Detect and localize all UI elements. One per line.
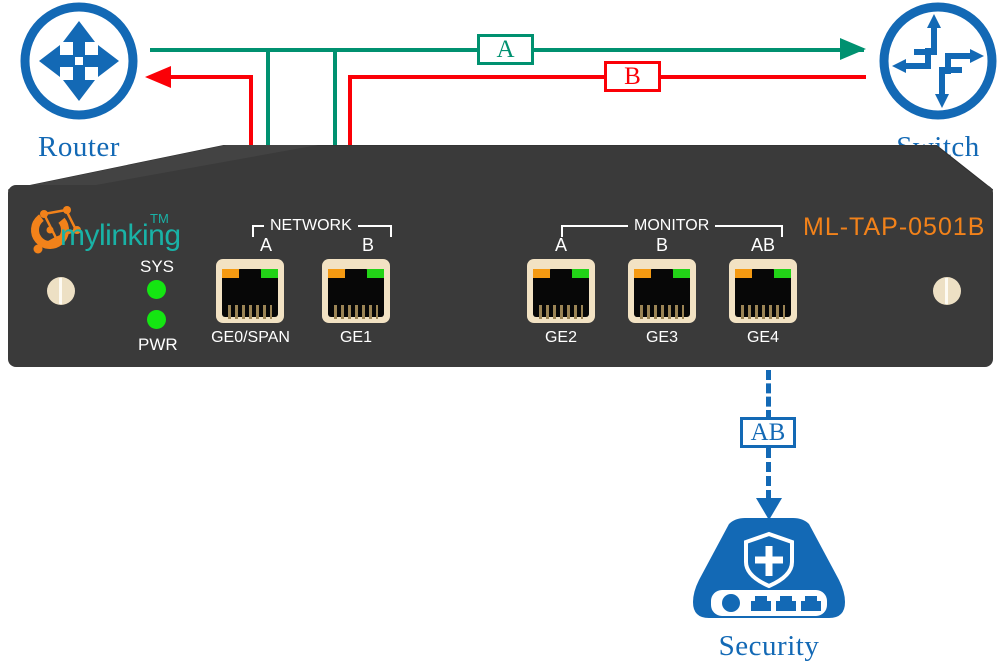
security-label: Security	[718, 630, 820, 662]
link-a-badge: A	[477, 34, 534, 65]
monitor-port-b-letter: B	[655, 235, 668, 255]
network-port-b-letter: B	[361, 235, 374, 255]
rj45-link-led-amber	[533, 269, 550, 278]
port-ge4-label: GE4	[746, 329, 779, 346]
monitor-link-segment-lower	[766, 448, 771, 500]
pwr-led-label: PWR	[138, 335, 178, 354]
rj45-link-led-amber	[735, 269, 752, 278]
port-ge3[interactable]	[628, 259, 696, 323]
port-ge2[interactable]	[527, 259, 595, 323]
port-ge4[interactable]	[729, 259, 797, 323]
rj45-pins	[334, 305, 378, 319]
monitor-port-ab-letter: AB	[750, 235, 775, 255]
link-b-horizontal-router	[158, 75, 253, 79]
port-ge1[interactable]	[322, 259, 390, 323]
monitor-group-title: MONITOR	[628, 217, 716, 235]
port-ge3-label: GE3	[645, 329, 678, 346]
port-ge2-label: GE2	[544, 329, 577, 346]
link-a-horizontal-right	[333, 48, 842, 52]
link-b-arrowhead	[145, 66, 171, 88]
switch-icon	[876, 0, 1000, 125]
monitor-port-a-letter: A	[554, 235, 567, 255]
monitor-link-badge: AB	[740, 417, 796, 448]
rj45-link-led-amber	[222, 269, 239, 278]
rj45-link-led-green	[261, 269, 278, 278]
port-ge0-span[interactable]	[216, 259, 284, 323]
sys-led-label: SYS	[140, 257, 175, 276]
monitor-link-arrowhead	[756, 498, 782, 520]
link-a-arrowhead	[840, 38, 866, 60]
rack-screw-left	[47, 277, 75, 305]
pwr-led	[147, 310, 166, 329]
rj45-pins	[228, 305, 272, 319]
rj45-link-led-green	[673, 269, 690, 278]
rj45-link-led-green	[367, 269, 384, 278]
monitor-link-segment-upper	[766, 370, 771, 420]
rj45-pins	[539, 305, 583, 319]
sys-led	[147, 280, 166, 299]
rj45-link-led-green	[774, 269, 791, 278]
rj45-link-led-green	[572, 269, 589, 278]
rack-screw-right	[933, 277, 961, 305]
rj45-pins	[640, 305, 684, 319]
rj45-link-led-amber	[328, 269, 345, 278]
network-tap-diagram: Router Switch A B	[0, 0, 1000, 669]
tap-appliance: mylinking TM SYS PWR NETWORK A GE0/SPAN …	[7, 144, 995, 370]
network-port-a-letter: A	[259, 235, 272, 255]
rj45-pins	[741, 305, 785, 319]
network-group-title: NETWORK	[264, 217, 358, 235]
brand-trademark: TM	[150, 211, 169, 226]
link-b-badge: B	[604, 61, 661, 92]
model-number: ML-TAP-0501B	[803, 213, 986, 241]
chassis-top-bevel	[7, 144, 995, 191]
rj45-link-led-amber	[634, 269, 651, 278]
port-ge0-span-label: GE0/SPAN	[211, 329, 290, 346]
router-icon	[15, 0, 143, 125]
security-appliance-icon	[693, 518, 845, 623]
port-ge1-label: GE1	[339, 329, 372, 346]
